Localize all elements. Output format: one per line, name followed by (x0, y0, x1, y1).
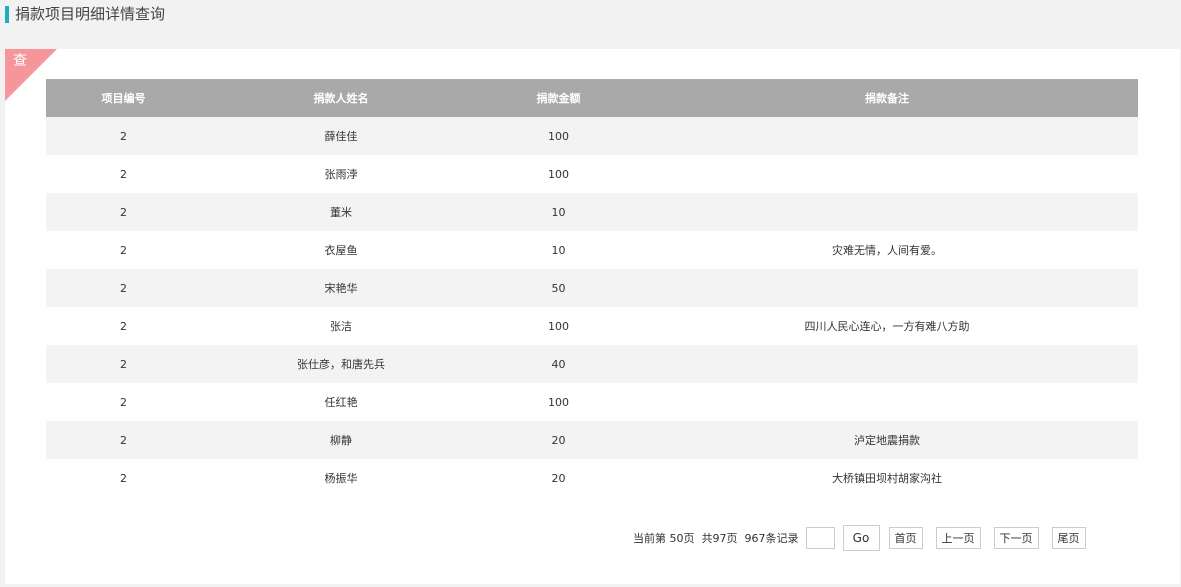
cell-note (636, 345, 1138, 383)
cell-donor-name: 柳静 (201, 421, 481, 459)
cell-donor-name: 宋艳华 (201, 269, 481, 307)
query-badge: 查 (13, 53, 27, 69)
cell-note: 泸定地震捐款 (636, 421, 1138, 459)
prev-page-button[interactable]: 上一页 (935, 527, 981, 549)
total-pages-text: 共97页 (701, 532, 738, 545)
table-row: 2 柳静 20 泸定地震捐款 (46, 421, 1138, 459)
cell-amount: 20 (481, 421, 636, 459)
cell-note: 大桥镇田坝村胡家沟社 (636, 459, 1138, 497)
cell-project-id: 2 (46, 421, 201, 459)
cell-amount: 20 (481, 459, 636, 497)
cell-note: 灾难无情，人间有爱。 (636, 231, 1138, 269)
cell-donor-name: 杨振华 (201, 459, 481, 497)
cell-note: 四川人民心连心，一方有难八方助 (636, 307, 1138, 345)
header-donation-amount: 捐款金额 (481, 79, 636, 117)
cell-note (636, 117, 1138, 155)
cell-project-id: 2 (46, 193, 201, 231)
cell-note (636, 193, 1138, 231)
page-number-input[interactable] (805, 527, 835, 549)
total-records-text: 967条记录 (744, 532, 799, 545)
cell-project-id: 2 (46, 155, 201, 193)
current-page-text: 当前第 50页 (633, 532, 695, 545)
cell-note (636, 383, 1138, 421)
title-accent-bar (5, 6, 9, 23)
cell-amount: 10 (481, 231, 636, 269)
cell-project-id: 2 (46, 345, 201, 383)
cell-donor-name: 张仕彦，和唐先兵 (201, 345, 481, 383)
table-row: 2 张雨浡 100 (46, 155, 1138, 193)
table-row: 2 任红艳 100 (46, 383, 1138, 421)
last-page-button[interactable]: 尾页 (1051, 527, 1086, 549)
table-row: 2 张洁 100 四川人民心连心，一方有难八方助 (46, 307, 1138, 345)
donation-table: 项目编号 捐款人姓名 捐款金额 捐款备注 2 薛佳佳 100 2 张雨浡 100… (46, 79, 1138, 497)
table-row: 2 宋艳华 50 (46, 269, 1138, 307)
cell-amount: 100 (481, 117, 636, 155)
cell-amount: 100 (481, 383, 636, 421)
cell-project-id: 2 (46, 459, 201, 497)
cell-donor-name: 任红艳 (201, 383, 481, 421)
cell-note (636, 269, 1138, 307)
table-row: 2 董米 10 (46, 193, 1138, 231)
cell-amount: 100 (481, 307, 636, 345)
page-title: 捐款项目明细详情查询 (15, 5, 166, 23)
header-donation-note: 捐款备注 (636, 79, 1138, 117)
cell-project-id: 2 (46, 383, 201, 421)
table-row: 2 薛佳佳 100 (46, 117, 1138, 155)
cell-amount: 100 (481, 155, 636, 193)
table-row: 2 衣屋鱼 10 灾难无情，人间有爱。 (46, 231, 1138, 269)
table-header-row: 项目编号 捐款人姓名 捐款金额 捐款备注 (46, 79, 1138, 117)
cell-project-id: 2 (46, 269, 201, 307)
cell-donor-name: 薛佳佳 (201, 117, 481, 155)
table-row: 2 杨振华 20 大桥镇田坝村胡家沟社 (46, 459, 1138, 497)
cell-amount: 40 (481, 345, 636, 383)
cell-project-id: 2 (46, 231, 201, 269)
cell-amount: 50 (481, 269, 636, 307)
cell-note (636, 155, 1138, 193)
first-page-button[interactable]: 首页 (888, 527, 923, 549)
cell-donor-name: 张洁 (201, 307, 481, 345)
next-page-button[interactable]: 下一页 (993, 527, 1039, 549)
page-header: 捐款项目明细详情查询 (0, 0, 1181, 30)
cell-project-id: 2 (46, 307, 201, 345)
table-row: 2 张仕彦，和唐先兵 40 (46, 345, 1138, 383)
header-project-id: 项目编号 (46, 79, 201, 117)
header-donor-name: 捐款人姓名 (201, 79, 481, 117)
cell-donor-name: 张雨浡 (201, 155, 481, 193)
go-button[interactable]: Go (842, 525, 880, 551)
pagination: 当前第 50页 共97页 967条记录 Go 首页 上一页 下一页 尾页 (633, 525, 1086, 551)
cell-project-id: 2 (46, 117, 201, 155)
cell-donor-name: 衣屋鱼 (201, 231, 481, 269)
cell-donor-name: 董米 (201, 193, 481, 231)
results-panel: 查 项目编号 捐款人姓名 捐款金额 捐款备注 2 薛佳佳 100 2 张雨浡 1 (5, 49, 1180, 584)
cell-amount: 10 (481, 193, 636, 231)
